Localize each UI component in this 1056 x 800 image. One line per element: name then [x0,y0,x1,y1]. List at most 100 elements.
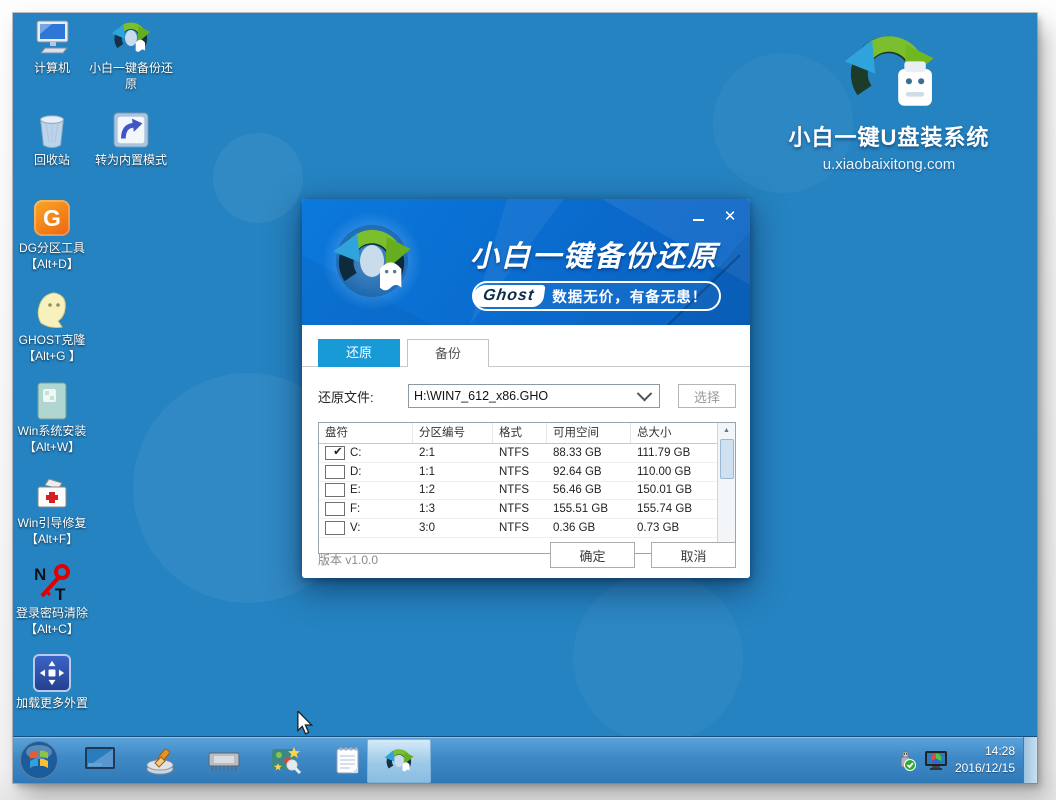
svg-text:T: T [55,585,66,602]
computer-icon [32,18,72,58]
desktop-icon-load-more[interactable]: 加载更多外置 [13,653,91,712]
desktop-icon-internal-mode[interactable]: 转为内置模式 [89,110,173,169]
format: NTFS [493,522,547,534]
close-button[interactable]: ✕ [722,208,738,224]
scroll-up-icon[interactable]: ▲ [718,423,735,438]
usb-tray-icon[interactable] [895,749,917,771]
ghost-badge: Ghost 数据无价，有备无患！ [472,281,721,311]
tab-strip: 还原 备份 [302,339,750,367]
notepad-icon [334,745,362,775]
recycle-bin-icon [32,110,72,150]
desktop-icon-ghost-clone[interactable]: GHOST克隆 【Alt+G 】 [13,290,91,364]
checkbox[interactable] [325,521,345,535]
taskbar-item-backup-app-active[interactable] [367,739,431,783]
table-scrollbar[interactable]: ▲ ▼ [717,423,735,553]
ok-button[interactable]: 确定 [550,542,635,568]
restore-file-combobox[interactable]: H:\WIN7_612_x86.GHO [408,384,660,408]
taskbar-item-notepad[interactable] [329,742,367,778]
drive-letter: D: [350,466,362,478]
desktop-icon-computer[interactable]: 计算机 [13,18,91,77]
taskbar-item-disk-cleanup[interactable] [143,742,181,778]
format: NTFS [493,503,547,515]
partition-id: 1:3 [413,503,493,515]
scrollbar-thumb[interactable] [720,439,734,479]
desktop-icon-label: GHOST克隆 [19,333,86,349]
usb-brand-logo-icon [839,23,939,115]
show-desktop-button[interactable] [1023,737,1037,783]
desktop-icon-win-install[interactable]: Win系统安装 【Alt+W】 [13,381,91,455]
display-tray-icon[interactable] [924,749,948,771]
checkbox[interactable] [325,483,345,497]
password-clear-icon: NT [32,563,72,603]
desktop-icon-recycle-bin[interactable]: 回收站 [13,110,91,169]
format: NTFS [493,466,547,478]
bokeh-circle [573,573,743,743]
select-button[interactable]: 选择 [678,384,736,408]
partition-id: 1:1 [413,466,493,478]
clock-date: 2016/12/15 [955,760,1015,777]
load-more-icon [32,653,72,693]
table-row[interactable]: E: 1:2 NTFS 56.46 GB 150.01 GB [319,482,735,501]
free-space: 155.51 GB [547,503,631,515]
free-space: 88.33 GB [547,447,631,459]
ghost-badge-label: Ghost [471,285,545,307]
drive-letter: V: [350,522,360,534]
desktop-icon-sublabel: 【Alt+G 】 [23,349,81,365]
slogan-text: 数据无价，有备无患！ [552,286,707,307]
total-size: 155.74 GB [631,503,718,515]
memory-chip-icon [206,747,242,773]
table-row[interactable]: D: 1:1 NTFS 92.64 GB 110.00 GB [319,463,735,482]
partition-id: 1:2 [413,484,493,496]
desktop-icon-dg-partition[interactable]: G DG分区工具 【Alt+D】 [13,198,91,272]
taskbar-item-memory[interactable] [205,742,243,778]
tab-restore[interactable]: 还原 [318,339,400,367]
total-size: 111.79 GB [631,447,718,459]
free-space: 0.36 GB [547,522,631,534]
start-button[interactable] [19,740,59,780]
taskbar-item-display[interactable] [81,742,119,778]
format: NTFS [493,484,547,496]
window-controls: ✕ [690,208,738,224]
internal-mode-icon [111,110,151,150]
table-row[interactable]: ✔C: 2:1 NTFS 88.33 GB 111.79 GB [319,444,735,463]
table-row[interactable]: F: 1:3 NTFS 155.51 GB 155.74 GB [319,500,735,519]
col-drive: 盘符 [319,423,413,443]
free-space: 92.64 GB [547,466,631,478]
partition-id: 3:0 [413,522,493,534]
restore-file-value: H:\WIN7_612_x86.GHO [409,389,639,403]
desktop-icon-label: Win引导修复 [18,516,87,532]
taskbar-item-image-tool[interactable] [267,742,305,778]
partition-id: 2:1 [413,447,493,459]
dg-partition-icon: G [32,198,72,238]
backup-restore-logo-icon [332,221,412,301]
minimize-icon [693,219,704,221]
desktop-icon-sublabel: 【Alt+D】 [25,257,79,273]
total-size: 110.00 GB [631,466,718,478]
desktop-icon-sublabel: 【Alt+F】 [26,532,78,548]
branding-title: 小白一键U盘装系统 [769,120,1009,152]
desktop-icon-win-repair[interactable]: Win引导修复 【Alt+F】 [13,473,91,547]
desktop-icon-backup-restore[interactable]: 小白一键备份还原 [89,18,173,92]
desktop-icon-sublabel: 【Alt+W】 [24,440,80,456]
desktop-icon-password-clear[interactable]: NT 登录密码清除 【Alt+C】 [13,563,91,637]
checkbox[interactable] [325,465,345,479]
minimize-button[interactable] [690,208,706,224]
desktop-icon-sublabel: 【Alt+C】 [25,622,79,638]
checkbox[interactable]: ✔ [325,446,345,460]
drive-letter: C: [350,447,362,459]
table-row[interactable]: V: 3:0 NTFS 0.36 GB 0.73 GB [319,519,735,538]
desktop-icon-label: 登录密码清除 [16,606,88,622]
image-tool-icon [270,745,302,775]
dialog-logo [316,205,428,317]
cancel-button[interactable]: 取消 [651,542,736,568]
total-size: 0.73 GB [631,522,718,534]
col-free: 可用空间 [547,423,631,443]
desktop-icon-label: 计算机 [34,61,70,77]
screen: 计算机 小白一键备份还原 回收站 转为内置模式 G DG分区工具 【Alt+D】… [13,13,1037,783]
bokeh-circle [213,133,303,223]
checkbox[interactable] [325,502,345,516]
taskbar-clock[interactable]: 14:28 2016/12/15 [955,743,1015,778]
desktop-icon-label: 小白一键备份还原 [89,61,173,92]
tab-backup[interactable]: 备份 [407,339,489,367]
col-total: 总大小 [631,423,718,443]
